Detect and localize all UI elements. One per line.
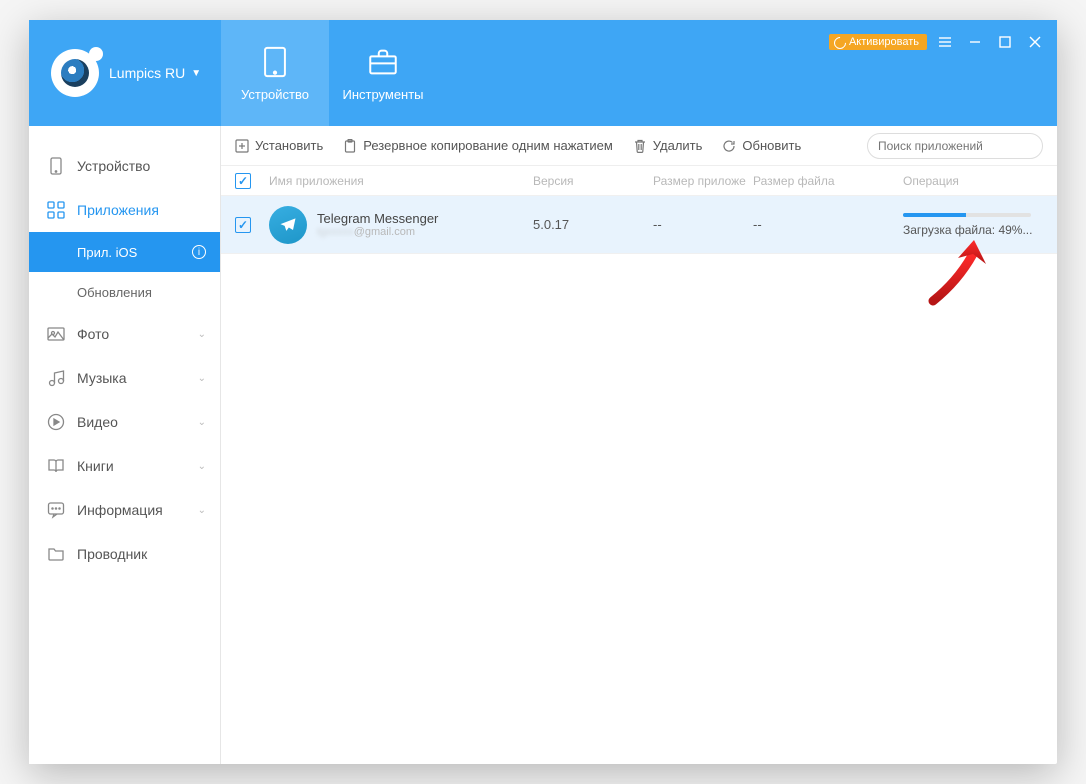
window-controls: Активировать <box>829 32 1047 52</box>
minimize-button[interactable] <box>963 32 987 52</box>
chevron-down-icon: ⌄ <box>198 461 206 472</box>
tab-device[interactable]: Устройство <box>221 20 329 126</box>
col-filesize[interactable]: Размер файла <box>753 174 903 188</box>
sidebar-item-video[interactable]: Видео ⌄ <box>29 400 220 444</box>
header-tabs: Устройство Инструменты <box>221 20 437 126</box>
sidebar-item-label: Устройство <box>77 158 150 174</box>
brand-name: Lumpics RU <box>109 65 185 81</box>
sidebar-item-label: Фото <box>77 326 109 342</box>
check-all[interactable] <box>235 173 251 189</box>
device-icon <box>47 157 65 175</box>
sidebar-item-books[interactable]: Книги ⌄ <box>29 444 220 488</box>
progress-bar <box>903 213 1031 217</box>
col-operation[interactable]: Операция <box>903 174 1057 188</box>
tool-label: Установить <box>255 138 323 153</box>
sidebar-item-info[interactable]: Информация ⌄ <box>29 488 220 532</box>
header-bar: Lumpics RU ▼ Устройство Инструменты Акти… <box>29 20 1057 126</box>
col-name[interactable]: Имя приложения <box>269 174 533 188</box>
body: Устройство Приложения Прил. iOS i Обновл… <box>29 126 1057 764</box>
menu-button[interactable] <box>933 32 957 52</box>
app-window: Lumpics RU ▼ Устройство Инструменты Акти… <box>29 20 1057 764</box>
tab-tools[interactable]: Инструменты <box>329 20 437 126</box>
cell-version: 5.0.17 <box>533 217 653 232</box>
sidebar-item-label: Приложения <box>77 202 159 218</box>
close-icon <box>1028 35 1042 49</box>
app-subtitle: tgxxxxx@gmail.com <box>317 226 438 238</box>
tab-tools-label: Инструменты <box>342 87 423 102</box>
col-version[interactable]: Версия <box>533 174 653 188</box>
cell-appsize: -- <box>653 217 753 232</box>
main-panel: Установить Резервное копирование одним н… <box>221 126 1057 764</box>
table-header: Имя приложения Версия Размер приложе Раз… <box>221 166 1057 196</box>
sidebar-item-device[interactable]: Устройство <box>29 144 220 188</box>
minimize-icon <box>968 35 982 49</box>
chevron-down-icon: ⌄ <box>198 505 206 516</box>
info-icon[interactable]: i <box>192 245 206 259</box>
tablet-icon <box>258 45 292 79</box>
col-appsize[interactable]: Размер приложе <box>653 174 753 188</box>
chevron-down-icon: ⌄ <box>198 373 206 384</box>
search-box[interactable] <box>867 133 1043 159</box>
sidebar-item-label: Проводник <box>77 546 147 562</box>
sidebar-item-music[interactable]: Музыка ⌄ <box>29 356 220 400</box>
app-logo <box>51 49 99 97</box>
sidebar-sub-label: Прил. iOS <box>77 245 137 260</box>
clipboard-icon <box>343 139 357 153</box>
tool-label: Резервное копирование одним нажатием <box>363 138 613 153</box>
chevron-down-icon: ▼ <box>191 68 201 79</box>
tool-refresh[interactable]: Обновить <box>722 138 801 153</box>
brand-menu[interactable]: Lumpics RU ▼ <box>29 20 221 126</box>
apps-icon <box>47 201 65 219</box>
refresh-icon <box>722 139 736 153</box>
music-icon <box>47 369 65 387</box>
close-button[interactable] <box>1023 32 1047 52</box>
tool-backup[interactable]: Резервное копирование одним нажатием <box>343 138 613 153</box>
chevron-down-icon: ⌄ <box>198 417 206 428</box>
hamburger-icon <box>938 35 952 49</box>
sidebar-sub-apps-ios[interactable]: Прил. iOS i <box>29 232 220 272</box>
sidebar-sub-label: Обновления <box>77 285 152 300</box>
sidebar-item-label: Информация <box>77 502 163 518</box>
cell-filesize: -- <box>753 217 903 232</box>
toolbox-icon <box>366 45 400 79</box>
sidebar: Устройство Приложения Прил. iOS i Обновл… <box>29 126 221 764</box>
table-row[interactable]: Telegram Messenger tgxxxxx@gmail.com 5.0… <box>221 196 1057 254</box>
search-input[interactable] <box>878 139 1033 153</box>
sidebar-item-finder[interactable]: Проводник <box>29 532 220 576</box>
photo-icon <box>47 325 65 343</box>
books-icon <box>47 457 65 475</box>
tab-device-label: Устройство <box>241 87 309 102</box>
sidebar-item-apps[interactable]: Приложения <box>29 188 220 232</box>
cell-operation: Загрузка файла: 49%... <box>903 213 1057 237</box>
sidebar-item-label: Книги <box>77 458 114 474</box>
activate-button[interactable]: Активировать <box>829 34 927 50</box>
info-bubble-icon <box>47 501 65 519</box>
maximize-icon <box>998 35 1012 49</box>
trash-icon <box>633 139 647 153</box>
sidebar-sub-updates[interactable]: Обновления <box>29 272 220 312</box>
telegram-icon <box>269 206 307 244</box>
maximize-button[interactable] <box>993 32 1017 52</box>
toolbar: Установить Резервное копирование одним н… <box>221 126 1057 166</box>
sidebar-item-label: Видео <box>77 414 118 430</box>
app-name: Telegram Messenger <box>317 211 438 226</box>
plus-square-icon <box>235 139 249 153</box>
video-icon <box>47 413 65 431</box>
tool-label: Обновить <box>742 138 801 153</box>
sidebar-item-photo[interactable]: Фото ⌄ <box>29 312 220 356</box>
tool-delete[interactable]: Удалить <box>633 138 703 153</box>
folder-icon <box>47 545 65 563</box>
chevron-down-icon: ⌄ <box>198 329 206 340</box>
row-checkbox[interactable] <box>235 217 251 233</box>
tool-label: Удалить <box>653 138 703 153</box>
operation-text: Загрузка файла: 49%... <box>903 223 1032 237</box>
sidebar-item-label: Музыка <box>77 370 127 386</box>
tool-install[interactable]: Установить <box>235 138 323 153</box>
